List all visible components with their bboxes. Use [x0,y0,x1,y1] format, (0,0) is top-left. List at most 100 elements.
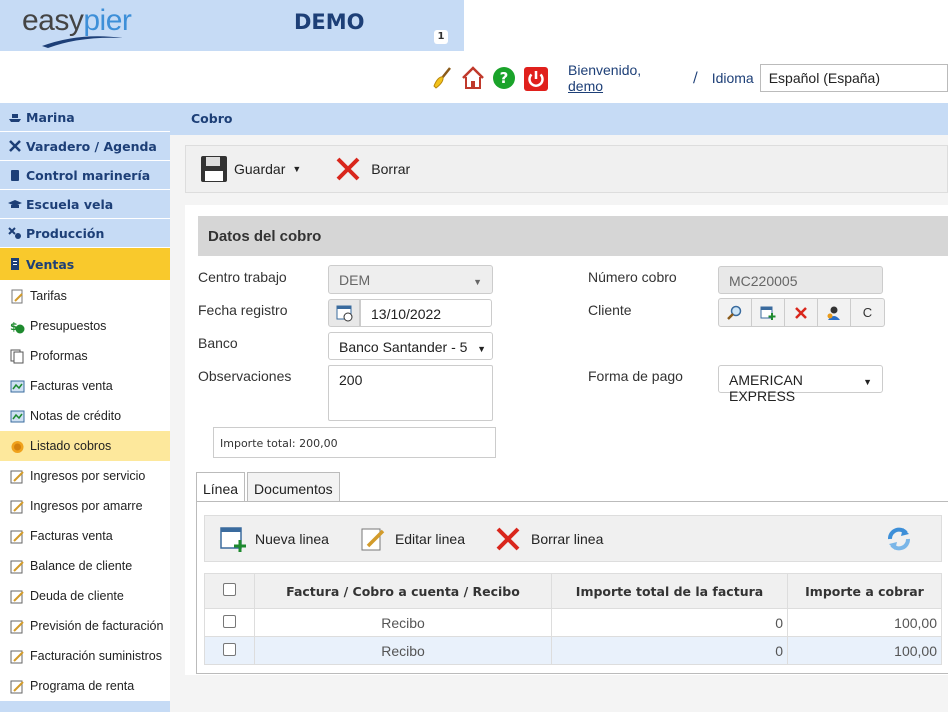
language-select[interactable]: Español (España) [759,64,948,92]
sidebar-section-varadero[interactable]: Varadero / Agenda [0,132,170,161]
cell-importe-cobrar: 100,00 [787,608,942,637]
sidebar-section-produccion[interactable]: Producción [0,219,170,248]
floppy-disk-icon [201,156,227,182]
banco-select[interactable]: Banco Santander - 5 ▼ [328,332,493,360]
sidebar-item-deuda-cliente[interactable]: Deuda de cliente [0,581,170,611]
delete-button[interactable]: Borrar [335,156,410,182]
sidebar-item-ingresos-amarre[interactable]: Ingresos por amarre [0,491,170,521]
chevron-down-icon: ▼ [863,377,872,387]
header-importe-total[interactable]: Importe total de la factura [551,573,788,609]
forma-pago-select[interactable]: AMERICAN EXPRESS ▼ [718,365,883,404]
sidebar-section-marina[interactable]: Marina [0,103,170,132]
cell-tipo: Recibo [254,636,552,665]
sidebar-item-notas-credito[interactable]: Notas de crédito [0,401,170,431]
refresh-icon[interactable] [885,525,913,553]
forma-pago-label: Forma de pago [588,368,683,384]
production-icon [8,227,21,239]
search-client-button[interactable] [719,299,752,326]
home-icon[interactable] [461,66,485,90]
sidebar-item-tarifas[interactable]: Tarifas [0,281,170,311]
sidebar-item-proformas[interactable]: Proformas [0,341,170,371]
sidebar-section-next[interactable] [0,701,170,712]
user-icon [827,306,840,320]
row-checkbox[interactable] [223,614,236,628]
power-icon[interactable] [523,66,548,91]
invoice-icon [10,380,25,392]
numero-cobro-field: MC220005 [718,266,883,294]
tab-linea[interactable]: Línea [196,472,246,503]
header-importe-cobrar[interactable]: Importe a cobrar [787,573,942,609]
bottom-strip [170,675,948,712]
sidebar-item-ingresos-servicio[interactable]: Ingresos por servicio [0,461,170,491]
lines-table: Factura / Cobro a cuenta / Recibo Import… [204,573,942,665]
money-icon: $ [10,320,25,333]
clipboard-icon [11,170,19,181]
red-x-icon [795,306,807,319]
tab-documentos[interactable]: Documentos [247,472,340,502]
document-icon [11,289,23,303]
importe-total: Importe total: 200,00 [213,427,496,458]
report-icon [10,560,24,573]
header-factura[interactable]: Factura / Cobro a cuenta / Recibo [254,573,552,609]
sidebar-item-facturacion-suministros[interactable]: Facturación suministros [0,641,170,671]
report-icon [10,620,24,633]
delete-line-button[interactable]: Borrar linea [495,526,603,552]
invoice-icon [10,410,25,422]
report-icon [10,530,24,543]
red-x-icon [336,157,360,181]
sidebar-item-listado-cobros[interactable]: Listado cobros [0,431,170,461]
table-header-row: Factura / Cobro a cuenta / Recibo Import… [204,573,942,609]
sidebar: Marina Varadero / Agenda Control mariner… [0,103,170,712]
sidebar-item-balance-cliente[interactable]: Balance de cliente [0,551,170,581]
save-button[interactable]: Guardar ▼ [200,155,301,183]
clear-client-button[interactable] [785,299,818,326]
chevron-down-icon: ▼ [477,344,486,354]
new-line-button[interactable]: Nueva linea [219,525,329,553]
help-icon[interactable]: ? [492,66,516,90]
sidebar-item-facturas-venta[interactable]: Facturas venta [0,371,170,401]
add-form-icon [760,306,776,320]
broom-icon[interactable] [430,66,454,90]
cell-importe-total: 0 [551,636,788,665]
cell-tipo: Recibo [254,608,552,637]
coins-icon [11,440,24,453]
sidebar-item-prevision-facturacion[interactable]: Previsión de facturación [0,611,170,641]
new-client-button[interactable] [752,299,785,326]
cell-importe-cobrar: 100,00 [787,636,942,665]
sidebar-item-facturas-venta-informe[interactable]: Facturas venta [0,521,170,551]
sidebar-item-presupuestos[interactable]: $ Presupuestos [0,311,170,341]
edit-line-button[interactable]: Editar linea [359,525,465,553]
separator: / [692,70,698,86]
logo-swoosh-icon [42,36,123,48]
report-icon [10,500,24,513]
ship-icon [9,114,21,122]
sidebar-item-programa-renta[interactable]: Programa de renta [0,671,170,701]
centro-select[interactable]: DEM ▼ [328,265,493,294]
table-row[interactable]: Recibo 0 100,00 [204,608,942,637]
client-user-button[interactable] [818,299,851,326]
row-checkbox[interactable] [223,642,236,656]
tabs: Línea Documentos [196,472,342,503]
observaciones-textarea[interactable]: 200 [328,365,493,421]
receipt-icon [11,258,19,270]
table-row[interactable]: Recibo 0 100,00 [204,636,942,665]
centro-label: Centro trabajo [198,269,287,285]
notification-badge[interactable]: 1 [434,30,448,44]
environment-title: DEMO [294,10,365,34]
line-toolbar: Nueva linea Editar linea Borrar linea [204,515,942,562]
username-link[interactable]: demo [568,78,603,94]
fecha-input[interactable]: 13/10/2022 [360,299,492,327]
sidebar-section-escuela[interactable]: Escuela vela [0,190,170,219]
app-logo[interactable]: easypier [22,4,132,38]
select-all-checkbox[interactable] [223,583,236,596]
select-all-cell [204,573,255,609]
red-x-icon [496,527,520,550]
sidebar-section-control[interactable]: Control marinería [0,161,170,190]
numero-cobro-label: Número cobro [588,269,677,285]
main-toolbar: Guardar ▼ Borrar [185,145,948,193]
sidebar-section-ventas[interactable]: Ventas [0,248,170,281]
chevron-down-icon: ▼ [473,277,482,287]
client-code-button[interactable]: C [851,299,884,326]
logo-area: easypier DEMO 1 [0,0,464,51]
calendar-button[interactable] [328,299,360,327]
